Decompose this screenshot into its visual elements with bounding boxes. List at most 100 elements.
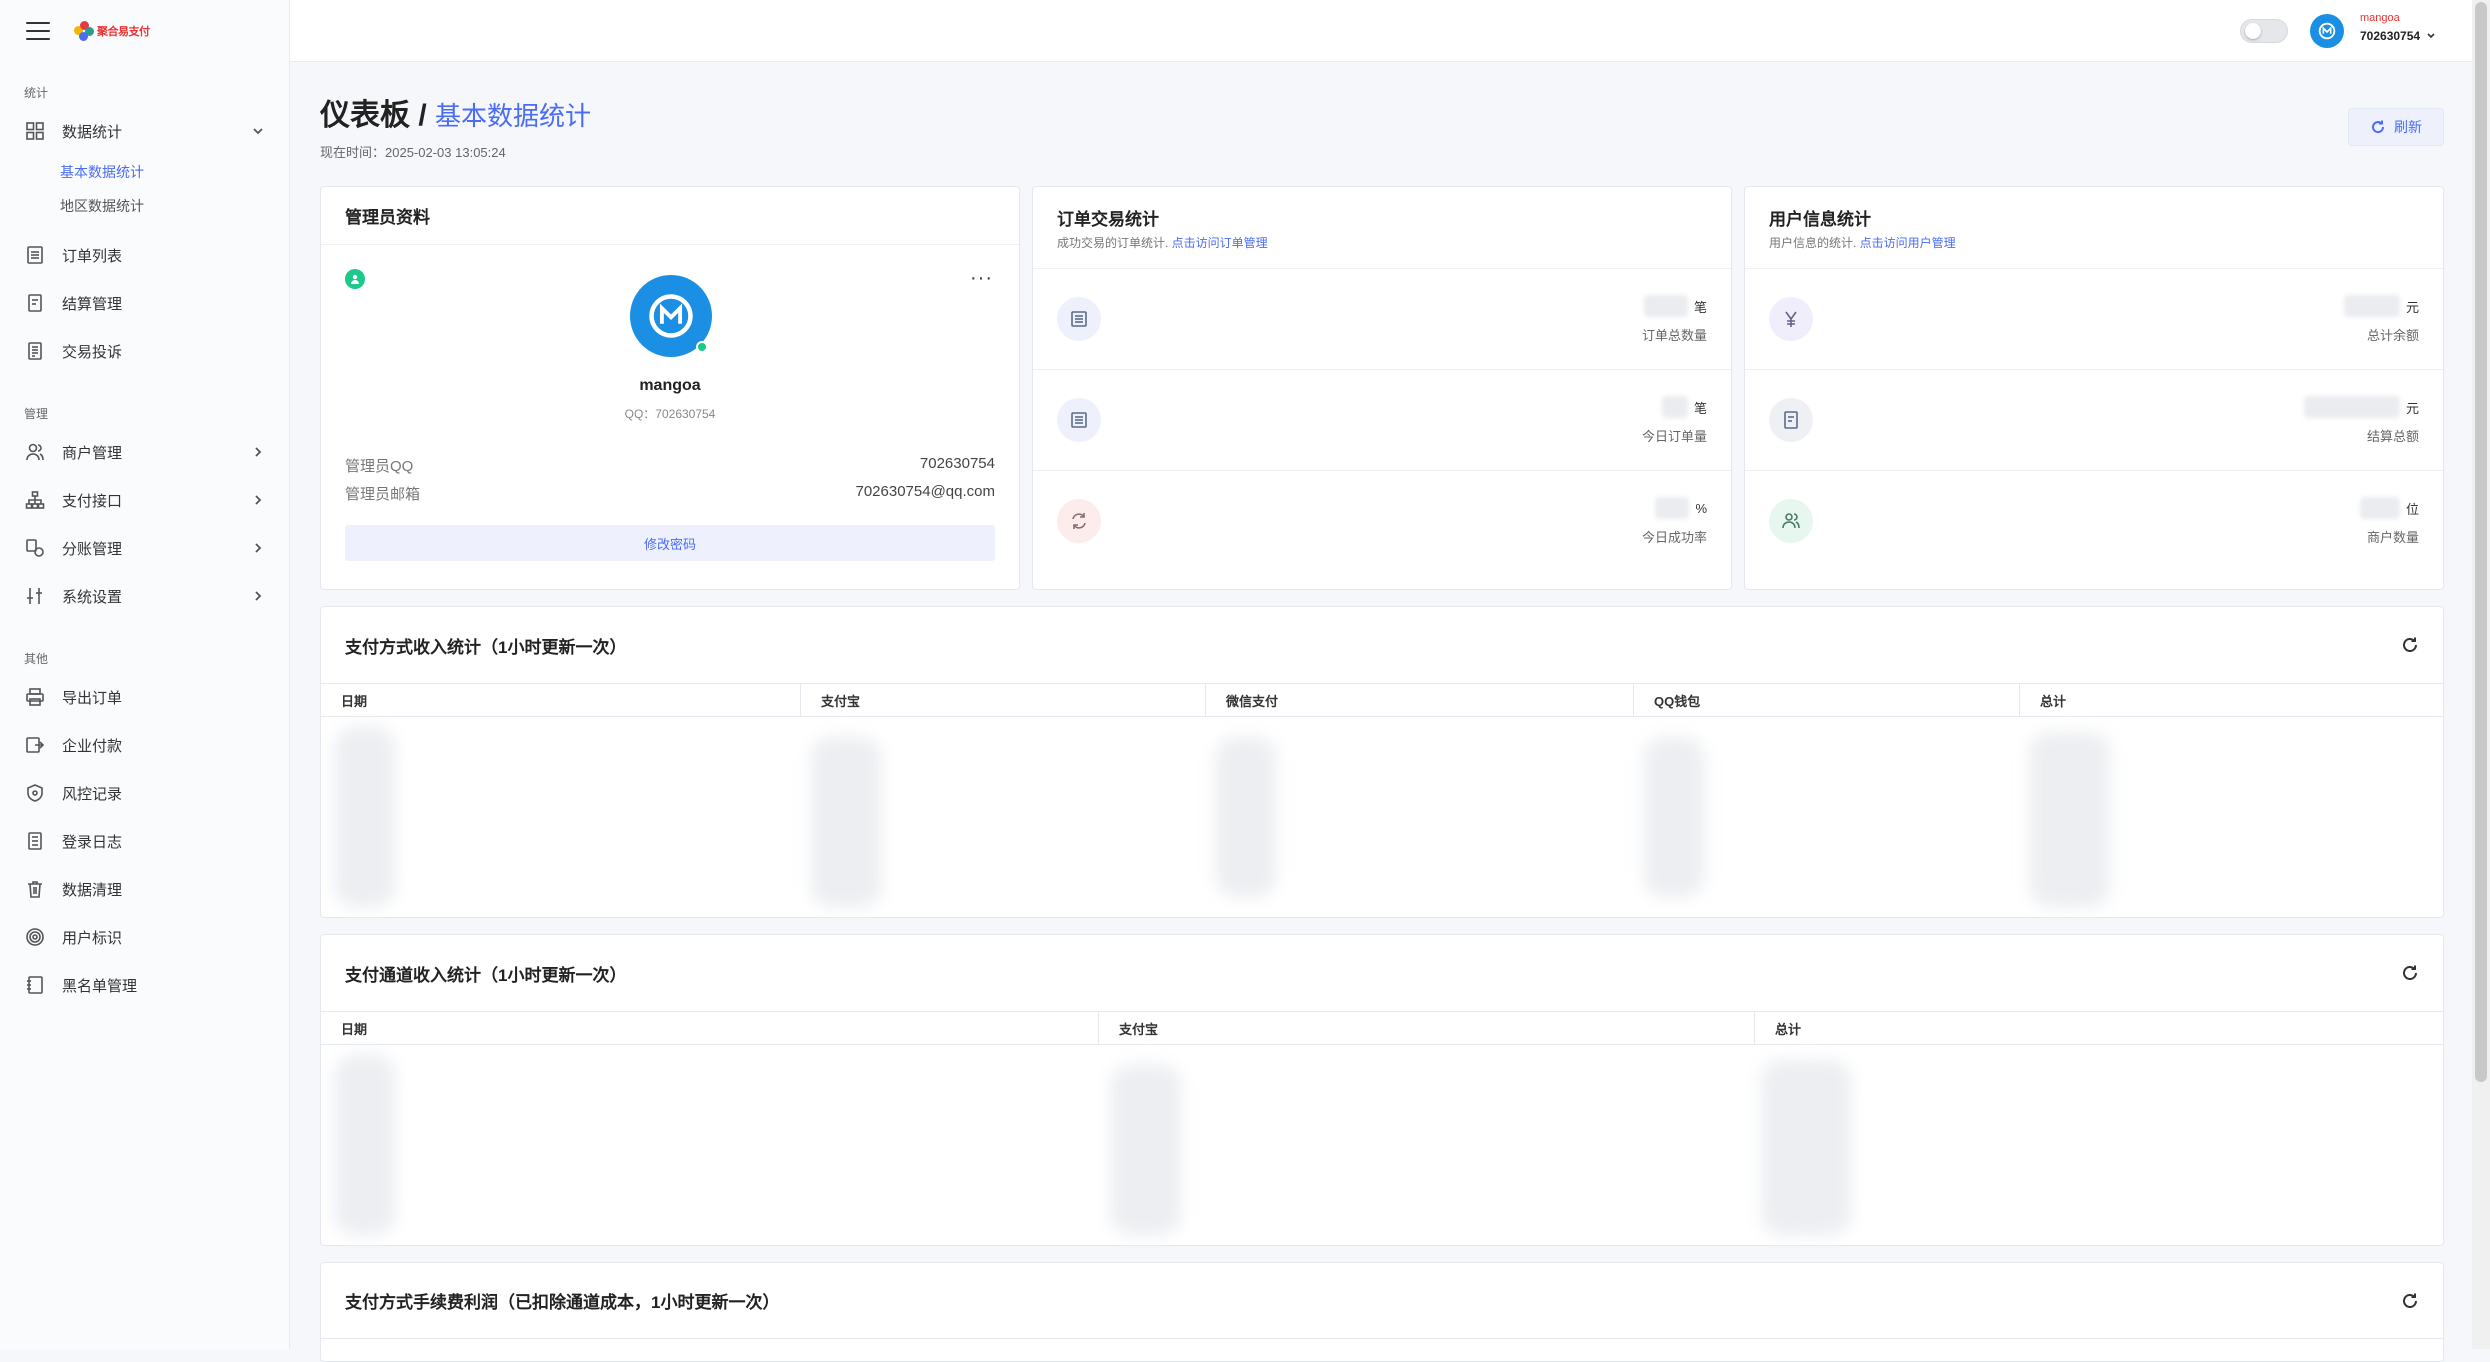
- theme-toggle[interactable]: [2240, 19, 2288, 43]
- user-card-title: 用户信息统计: [1769, 209, 1871, 229]
- page-header: 仪表板 / 基本数据统计 现在时间：2025-02-03 13:05:24: [320, 90, 591, 161]
- change-password-button[interactable]: 修改密码: [345, 525, 995, 561]
- sidebar-item-data-stats[interactable]: 数据统计: [0, 107, 289, 155]
- sidebar-item-user-identity[interactable]: 用户标识: [0, 913, 289, 961]
- target-icon: [24, 926, 46, 948]
- sidebar-item-label: 数据清理: [62, 881, 123, 899]
- stat-value: 元: [2303, 396, 2419, 418]
- scrollbar-thumb[interactable]: [2475, 2, 2487, 1082]
- table-column-header[interactable]: 日期: [321, 684, 801, 716]
- refresh-icon[interactable]: [2401, 964, 2419, 982]
- users-icon: [1769, 499, 1813, 543]
- more-options-icon[interactable]: ···: [970, 267, 993, 290]
- admin-name: mangoa: [639, 377, 701, 394]
- admin-qq-value: 702630754: [919, 455, 995, 472]
- chevron-down-icon: [251, 124, 265, 138]
- stat-value: 笔: [1661, 396, 1707, 418]
- sidebar-sub-region-stats[interactable]: 地区数据统计: [0, 189, 289, 223]
- split-icon: [24, 537, 46, 559]
- avatar[interactable]: [2310, 14, 2344, 48]
- sitemap-icon: [24, 489, 46, 511]
- table-body-blurred: [321, 717, 2443, 917]
- order-management-link[interactable]: 点击访问订单管理: [1172, 236, 1268, 250]
- table-column-header[interactable]: 支付宝: [1099, 1012, 1755, 1044]
- sidebar-item-label: 数据统计: [62, 123, 123, 141]
- stat-row: 位 商户数量: [1745, 471, 2443, 572]
- transfer-icon: [24, 734, 46, 756]
- sidebar-item-label: 系统设置: [62, 588, 123, 606]
- admin-email-label: 管理员邮箱: [345, 486, 421, 503]
- stat-row: 元 结算总额: [1745, 370, 2443, 471]
- table-column-header[interactable]: 日期: [321, 1012, 1099, 1044]
- document-icon: [24, 340, 46, 362]
- fee-profit-card: 支付方式手续费利润（已扣除通道成本，1小时更新一次）: [320, 1262, 2444, 1362]
- order-card-subtitle: 成功交易的订单统计.: [1057, 235, 1172, 250]
- notebook-icon: [24, 974, 46, 996]
- list-icon: [1057, 297, 1101, 341]
- blurred-cell: [1761, 1060, 1851, 1235]
- section-title-stats: 统计: [24, 86, 49, 100]
- topbar: mangoa 702630754: [290, 0, 2490, 62]
- sidebar-item-system-settings[interactable]: 系统设置: [0, 572, 289, 620]
- refresh-icon[interactable]: [2401, 636, 2419, 654]
- sidebar-item-label: 黑名单管理: [62, 977, 138, 995]
- admin-card-title: 管理员资料: [345, 208, 430, 227]
- scrollbar[interactable]: [2472, 0, 2490, 1349]
- refresh-button[interactable]: 刷新: [2348, 108, 2444, 146]
- table2-title: 支付通道收入统计（1小时更新一次）: [345, 965, 627, 985]
- payment-channel-income-card: 支付通道收入统计（1小时更新一次） 日期 支付宝 总计: [320, 934, 2444, 1246]
- admin-email-row: 管理员邮箱 702630754@qq.com: [345, 483, 995, 504]
- order-stats-card: 订单交易统计 成功交易的订单统计. 点击访问订单管理 笔 订单总数量 笔 今日订…: [1032, 186, 1732, 590]
- sidebar-item-login-log[interactable]: 登录日志: [0, 817, 289, 865]
- blurred-cell: [1216, 737, 1276, 897]
- refresh-icon[interactable]: [2401, 1292, 2419, 1310]
- refresh-label: 刷新: [2394, 119, 2422, 135]
- stat-value: 笔: [1643, 295, 1707, 317]
- stat-unit: %: [1695, 500, 1707, 516]
- table-column-header[interactable]: QQ钱包: [1634, 684, 2020, 716]
- breadcrumb-current[interactable]: 基本数据统计: [435, 101, 591, 131]
- sidebar-item-complaints[interactable]: 交易投诉: [0, 327, 289, 375]
- stat-label: 订单总数量: [1641, 328, 1707, 343]
- receipt-icon: [1769, 398, 1813, 442]
- sidebar-item-settlement[interactable]: 结算管理: [0, 279, 289, 327]
- table-column-header[interactable]: 总计: [2020, 684, 2443, 716]
- user-menu[interactable]: mangoa 702630754: [2360, 12, 2436, 43]
- chevron-right-icon: [251, 589, 265, 603]
- logo[interactable]: 聚合易支付: [74, 21, 150, 41]
- sidebar-item-data-cleanup[interactable]: 数据清理: [0, 865, 289, 913]
- blurred-cell: [811, 737, 881, 907]
- table1-title: 支付方式收入统计（1小时更新一次）: [345, 637, 627, 657]
- sidebar-header: 聚合易支付: [0, 0, 289, 62]
- sidebar-item-blacklist[interactable]: 黑名单管理: [0, 961, 289, 1009]
- user-stats-card: 用户信息统计 用户信息的统计. 点击访问用户管理 元 总计余额 元 结算总额 位…: [1744, 186, 2444, 590]
- receipt-icon: [24, 292, 46, 314]
- admin-card: 管理员资料 ··· mangoa QQ：702630754 管理员QQ 7026…: [320, 186, 1020, 590]
- stat-row: 元 总计余额: [1745, 269, 2443, 370]
- admin-qq-line: QQ：702630754: [624, 407, 716, 421]
- sidebar-sub-basic-stats[interactable]: 基本数据统计: [0, 155, 289, 189]
- sidebar-item-enterprise-payment[interactable]: 企业付款: [0, 721, 289, 769]
- stat-label: 商户数量: [2366, 530, 2419, 545]
- avatar-face-icon: [649, 294, 693, 338]
- stat-row: 笔 订单总数量: [1033, 269, 1731, 370]
- table-column-header[interactable]: 微信支付: [1206, 684, 1634, 716]
- sidebar-item-label: 交易投诉: [62, 343, 123, 361]
- stat-row: % 今日成功率: [1033, 471, 1731, 572]
- sidebar-item-profit-sharing[interactable]: 分账管理: [0, 524, 289, 572]
- menu-toggle-icon[interactable]: [26, 22, 50, 40]
- time-label: 现在时间：: [320, 145, 386, 160]
- chevron-right-icon: [251, 541, 265, 555]
- table-column-header[interactable]: 支付宝: [801, 684, 1206, 716]
- log-icon: [24, 830, 46, 852]
- user-management-link[interactable]: 点击访问用户管理: [1860, 236, 1956, 250]
- sidebar-item-export-orders[interactable]: 导出订单: [0, 673, 289, 721]
- sidebar-item-risk-records[interactable]: 风控记录: [0, 769, 289, 817]
- user-badge-icon: [345, 269, 365, 289]
- sidebar-item-orders[interactable]: 订单列表: [0, 231, 289, 279]
- chevron-right-icon: [251, 445, 265, 459]
- sidebar-item-merchants[interactable]: 商户管理: [0, 428, 289, 476]
- table-column-header[interactable]: 总计: [1755, 1012, 2443, 1044]
- sidebar-item-payment-api[interactable]: 支付接口: [0, 476, 289, 524]
- section-title-manage: 管理: [24, 407, 49, 421]
